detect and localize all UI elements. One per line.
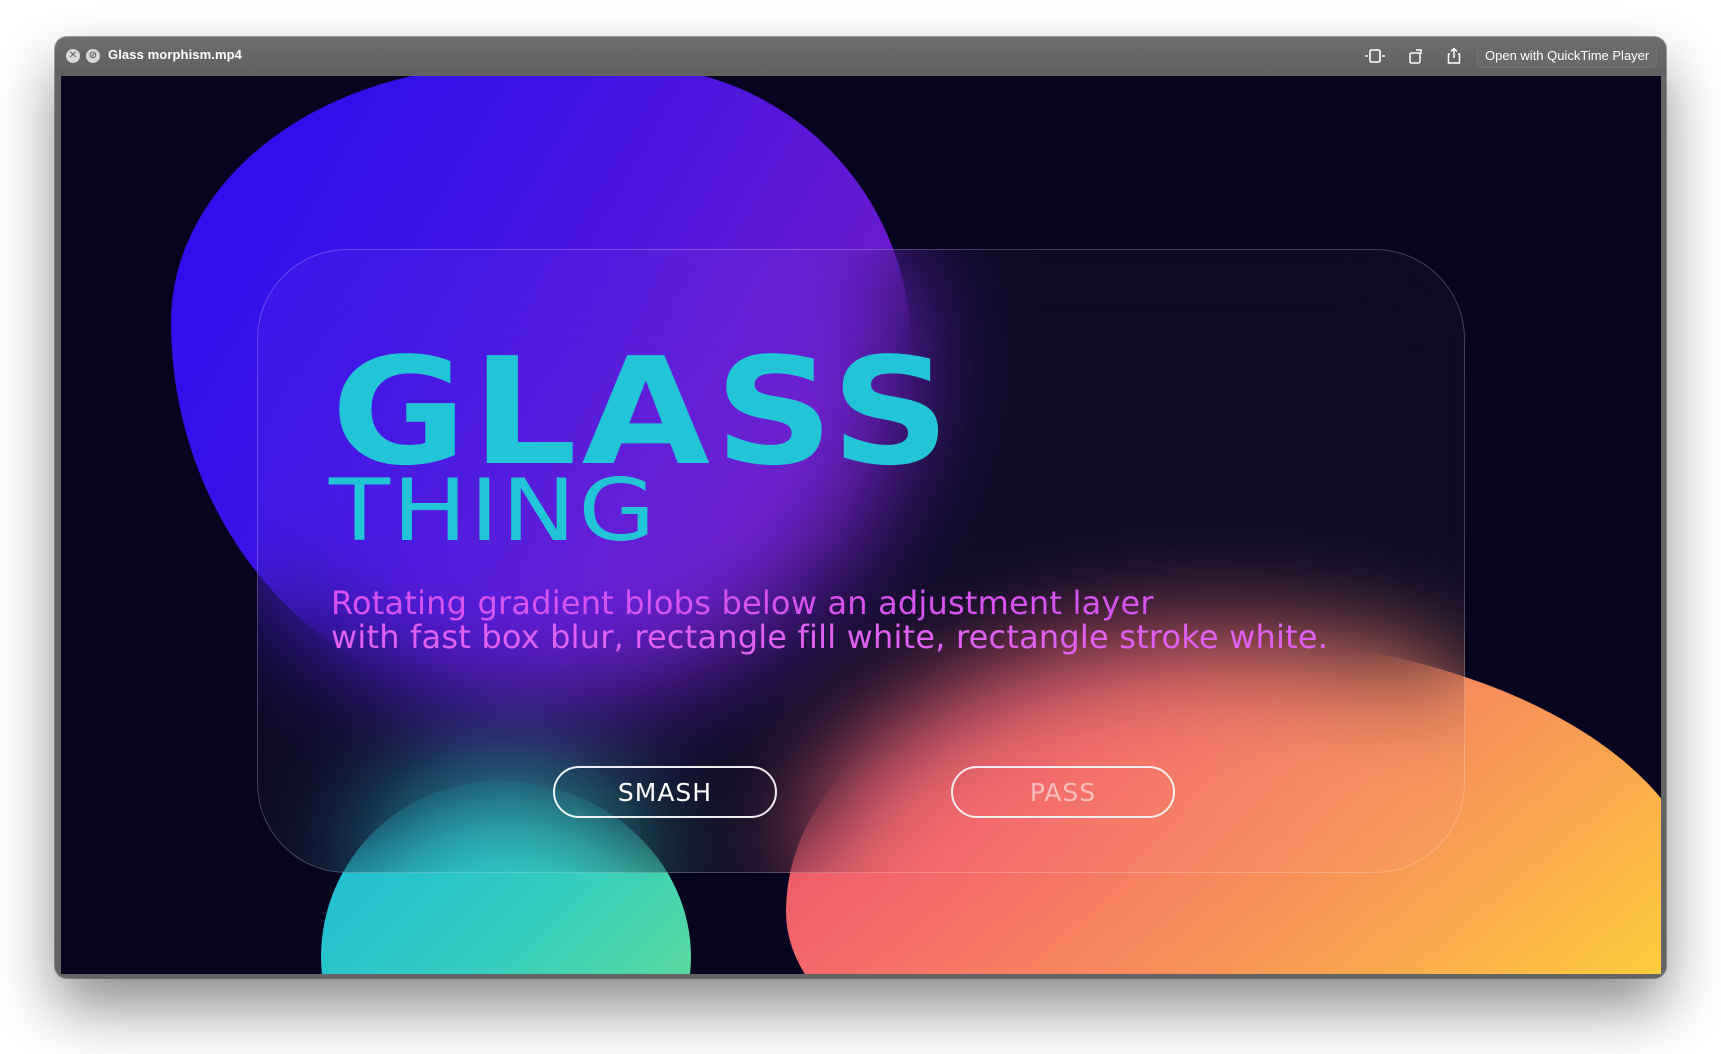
description-line-2: with fast box blur, rectangle fill white… [331, 618, 1329, 656]
description-text: Rotating gradient blobs below an adjustm… [331, 586, 1328, 654]
heading-thing: THING [329, 461, 658, 561]
quicklook-window: ✕ ⊘ Glass morphism.mp4 Open with QuickTi… [55, 37, 1666, 978]
share-icon[interactable] [1443, 46, 1465, 66]
minimize-icon[interactable]: ⊘ [86, 49, 100, 63]
rotate-icon[interactable] [1405, 46, 1427, 66]
video-frame[interactable]: GLASS THING Rotating gradient blobs belo… [61, 76, 1661, 974]
pass-button[interactable]: PASS [951, 766, 1175, 818]
smash-button[interactable]: SMASH [553, 766, 777, 818]
title-bar: ✕ ⊘ Glass morphism.mp4 Open with QuickTi… [55, 37, 1666, 75]
trim-icon[interactable] [1364, 46, 1386, 66]
open-with-quicktime-button[interactable]: Open with QuickTime Player [1477, 44, 1658, 68]
window-title: Glass morphism.mp4 [108, 47, 243, 62]
close-icon[interactable]: ✕ [66, 49, 80, 63]
description-line-1: Rotating gradient blobs below an adjustm… [331, 584, 1154, 622]
